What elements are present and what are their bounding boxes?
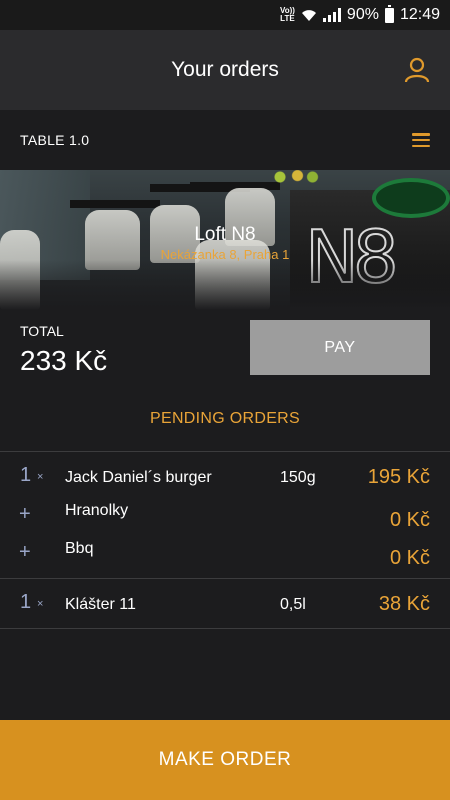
extra-row: + Bbq 0 Kč bbox=[0, 534, 450, 572]
extra-item-name: Hranolky bbox=[65, 502, 129, 519]
total-label: TOTAL bbox=[20, 323, 64, 339]
volte-indicator: Vo)) LTE bbox=[279, 6, 295, 23]
battery-icon bbox=[384, 4, 394, 23]
order-item-price: 38 Kč bbox=[378, 593, 430, 615]
extra-item-price: 0 Kč bbox=[389, 509, 430, 531]
battery-percent: 90% bbox=[346, 6, 379, 23]
page-title: Your orders bbox=[171, 58, 279, 81]
table-label: TABLE 1.0 bbox=[20, 132, 90, 148]
extra-row: + Hranolky 0 Kč bbox=[0, 496, 450, 534]
table-bar: TABLE 1.0 bbox=[0, 110, 450, 170]
order-item-size: 150g bbox=[280, 469, 316, 486]
order-group[interactable]: 1 × Klášter 11 0,5l 38 Kč bbox=[0, 579, 450, 628]
times-icon: × bbox=[37, 471, 44, 483]
wifi-icon bbox=[301, 10, 316, 21]
app-header: Your orders bbox=[0, 30, 450, 110]
hamburger-menu-icon[interactable] bbox=[412, 133, 430, 147]
user-icon[interactable] bbox=[404, 57, 430, 83]
plus-icon: + bbox=[19, 503, 31, 525]
order-item-size: 0,5l bbox=[280, 596, 306, 613]
status-bar: Vo)) LTE 90% 12:49 bbox=[0, 0, 450, 30]
order-quantity: 1 bbox=[20, 464, 32, 486]
extra-item-name: Bbq bbox=[65, 540, 94, 557]
order-quantity: 1 bbox=[20, 591, 32, 613]
order-item-name: Jack Daniel´s burger bbox=[65, 469, 212, 486]
pending-orders-title: PENDING ORDERS bbox=[150, 410, 300, 427]
times-icon: × bbox=[37, 598, 44, 610]
total-value: 233 Kč bbox=[20, 345, 108, 376]
signal-icon bbox=[322, 8, 341, 22]
venue-info: Loft N8 Nekázanka 8, Praha 1 bbox=[0, 224, 450, 262]
order-row: 1 × Klášter 11 0,5l 38 Kč bbox=[0, 579, 450, 628]
order-list: 1 × Jack Daniel´s burger 150g 195 Kč + H… bbox=[0, 451, 450, 629]
make-order-button[interactable]: MAKE ORDER bbox=[0, 720, 450, 800]
venue-name: Loft N8 bbox=[194, 224, 256, 245]
pay-button[interactable]: PAY bbox=[250, 320, 430, 375]
order-item-price: 195 Kč bbox=[367, 466, 430, 488]
order-group[interactable]: 1 × Jack Daniel´s burger 150g 195 Kč + H… bbox=[0, 452, 450, 578]
divider bbox=[0, 628, 450, 629]
order-item-name: Klášter 11 bbox=[65, 596, 136, 613]
extra-item-price: 0 Kč bbox=[389, 547, 430, 569]
order-row: 1 × Jack Daniel´s burger 150g 195 Kč bbox=[0, 452, 450, 496]
venue-address: Nekázanka 8, Praha 1 bbox=[160, 247, 290, 262]
plus-icon: + bbox=[19, 541, 31, 563]
clock: 12:49 bbox=[399, 6, 440, 23]
